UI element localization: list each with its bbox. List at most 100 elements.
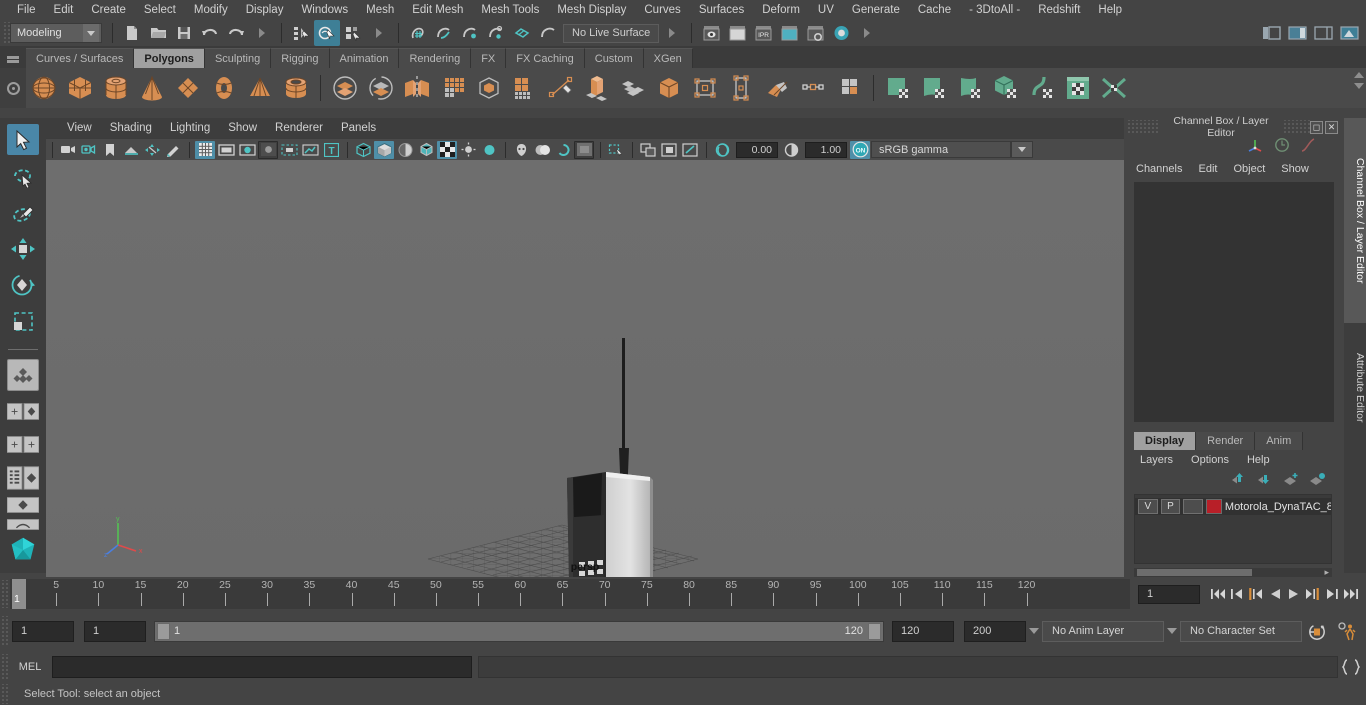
play-backwards-icon[interactable]	[1265, 583, 1284, 605]
select-component-icon[interactable]	[340, 20, 366, 46]
last-tool[interactable]	[7, 359, 39, 391]
menu-item-create[interactable]: Create	[82, 0, 135, 20]
poly-cube-icon[interactable]	[62, 70, 98, 106]
film-origin-icon[interactable]	[279, 141, 299, 159]
go-to-start-icon[interactable]	[1208, 583, 1227, 605]
viewport-menu-show[interactable]: Show	[219, 122, 266, 134]
duplicate-view-icon[interactable]	[638, 141, 658, 159]
layer-menu-layers[interactable]: Layers	[1140, 454, 1173, 466]
render-settings-icon[interactable]	[776, 20, 802, 46]
play-forwards-icon[interactable]	[1284, 583, 1303, 605]
show-render-view-icon[interactable]	[698, 20, 724, 46]
combine-icon[interactable]	[435, 70, 471, 106]
menu-item-file[interactable]: File	[8, 0, 45, 20]
poly-cone-icon[interactable]	[134, 70, 170, 106]
chevron-down-icon[interactable]	[83, 24, 99, 42]
menu-set-selector[interactable]: Modeling	[10, 23, 102, 43]
uv-automatic-icon[interactable]	[988, 70, 1024, 106]
status-line-grip[interactable]	[2, 22, 10, 44]
status-expand-right-icon[interactable]	[249, 20, 275, 46]
step-forward-frame-icon[interactable]	[1303, 583, 1322, 605]
attribute-editor-toggle[interactable]	[7, 466, 39, 492]
menu-item-mesh-display[interactable]: Mesh Display	[548, 0, 635, 20]
uv-editor-icon[interactable]	[1060, 70, 1096, 106]
shelf-options-gear-icon[interactable]	[0, 68, 26, 108]
append-polygon-icon[interactable]	[723, 70, 759, 106]
boolean-difference-icon[interactable]	[363, 70, 399, 106]
wireframe-icon[interactable]	[353, 141, 373, 159]
snap-together-tool[interactable]: +	[7, 396, 39, 427]
color-space-chevron-down-icon[interactable]	[1011, 141, 1033, 158]
shelf-tab-curves-surfaces[interactable]: Curves / Surfaces	[26, 48, 135, 68]
range-start-time-field[interactable]: 1	[84, 620, 146, 642]
uv-cylindrical-icon[interactable]	[916, 70, 952, 106]
camera-attributes-icon[interactable]	[79, 141, 99, 159]
move-layer-up-icon[interactable]	[1231, 472, 1248, 491]
select-camera-icon[interactable]	[58, 141, 78, 159]
channel-box-attribute-list[interactable]	[1134, 182, 1334, 422]
layer-menu-options[interactable]: Options	[1191, 454, 1229, 466]
quad-draw-icon[interactable]	[759, 70, 795, 106]
character-set-chevron-down-icon[interactable]	[1164, 620, 1180, 642]
two-d-pan-zoom-icon[interactable]	[142, 141, 162, 159]
toggle-sidebar-1-icon[interactable]	[1258, 20, 1284, 46]
shelf-tab-sculpting[interactable]: Sculpting	[204, 48, 272, 68]
layer-color-swatch[interactable]	[1205, 499, 1222, 514]
viewport-menu-lighting[interactable]: Lighting	[161, 122, 219, 134]
menu-item-cache[interactable]: Cache	[909, 0, 960, 20]
shelf-tab-animation[interactable]: Animation	[329, 48, 400, 68]
toggle-sidebar-4-icon[interactable]	[1336, 20, 1362, 46]
smooth-shade-icon[interactable]	[374, 140, 394, 159]
shadows-icon[interactable]	[458, 141, 478, 159]
shaded-lines-icon[interactable]	[395, 141, 415, 159]
xray-joints-icon[interactable]	[606, 141, 626, 159]
new-scene-icon[interactable]	[119, 20, 145, 46]
range-end-time-field[interactable]: 120	[892, 620, 954, 642]
render-current-frame-icon[interactable]	[724, 20, 750, 46]
viewport-3d-scene[interactable]: motorola persp y x z	[46, 160, 1124, 577]
menu-item-mesh[interactable]: Mesh	[357, 0, 403, 20]
menu-item-windows[interactable]: Windows	[292, 0, 357, 20]
undo-icon[interactable]	[197, 20, 223, 46]
shelf-scroll-down-icon[interactable]	[1354, 83, 1364, 89]
snap-curve-icon[interactable]	[431, 20, 457, 46]
resolution-gate-icon[interactable]	[237, 141, 257, 159]
select-hierarchy-icon[interactable]	[288, 20, 314, 46]
auto-keyframe-icon[interactable]	[1302, 622, 1332, 641]
text-annotate-icon[interactable]: T	[321, 141, 341, 159]
exposure-icon[interactable]	[712, 141, 732, 159]
select-tool[interactable]	[7, 124, 39, 156]
channel-box-menu-object[interactable]: Object	[1233, 163, 1265, 175]
mirror-geometry-icon[interactable]	[399, 70, 435, 106]
extrude-icon[interactable]	[579, 70, 615, 106]
range-slider-left-handle[interactable]	[157, 622, 170, 640]
menu-item-mesh-tools[interactable]: Mesh Tools	[472, 0, 548, 20]
menu-item-modify[interactable]: Modify	[185, 0, 237, 20]
image-plane-icon[interactable]	[121, 141, 141, 159]
redo-icon[interactable]	[223, 20, 249, 46]
toggle-editor-icon[interactable]	[828, 20, 854, 46]
layer-tab-render[interactable]: Render	[1196, 432, 1256, 450]
status-expand-right-2-icon[interactable]	[366, 20, 392, 46]
film-gate-icon[interactable]	[216, 141, 236, 159]
separate-icon[interactable]	[507, 70, 543, 106]
shelf-tab-custom[interactable]: Custom	[584, 48, 644, 68]
rotate-tool[interactable]	[7, 270, 39, 301]
character-set-selector[interactable]: No Character Set	[1180, 620, 1302, 642]
move-layer-down-icon[interactable]	[1257, 472, 1274, 491]
xray-icon[interactable]	[300, 141, 320, 159]
view-snapshot-icon[interactable]	[680, 141, 700, 159]
viewport-menu-renderer[interactable]: Renderer	[266, 122, 332, 134]
menu-item-uv[interactable]: UV	[809, 0, 843, 20]
shelf-tab-rendering[interactable]: Rendering	[399, 48, 472, 68]
poly-torus-icon[interactable]	[206, 70, 242, 106]
close-icon[interactable]: ✕	[1325, 120, 1338, 134]
boolean-union-icon[interactable]	[327, 70, 363, 106]
channel-box-menu-show[interactable]: Show	[1281, 163, 1309, 175]
layer-shading-toggle[interactable]	[1183, 499, 1203, 514]
command-language-label[interactable]: MEL	[8, 661, 52, 673]
vtab-attribute-editor[interactable]: Attribute Editor	[1344, 323, 1366, 453]
hardware-texture-icon[interactable]	[437, 140, 457, 159]
viewport-menu-view[interactable]: View	[58, 122, 101, 134]
create-polygon-tool-icon[interactable]	[543, 70, 579, 106]
